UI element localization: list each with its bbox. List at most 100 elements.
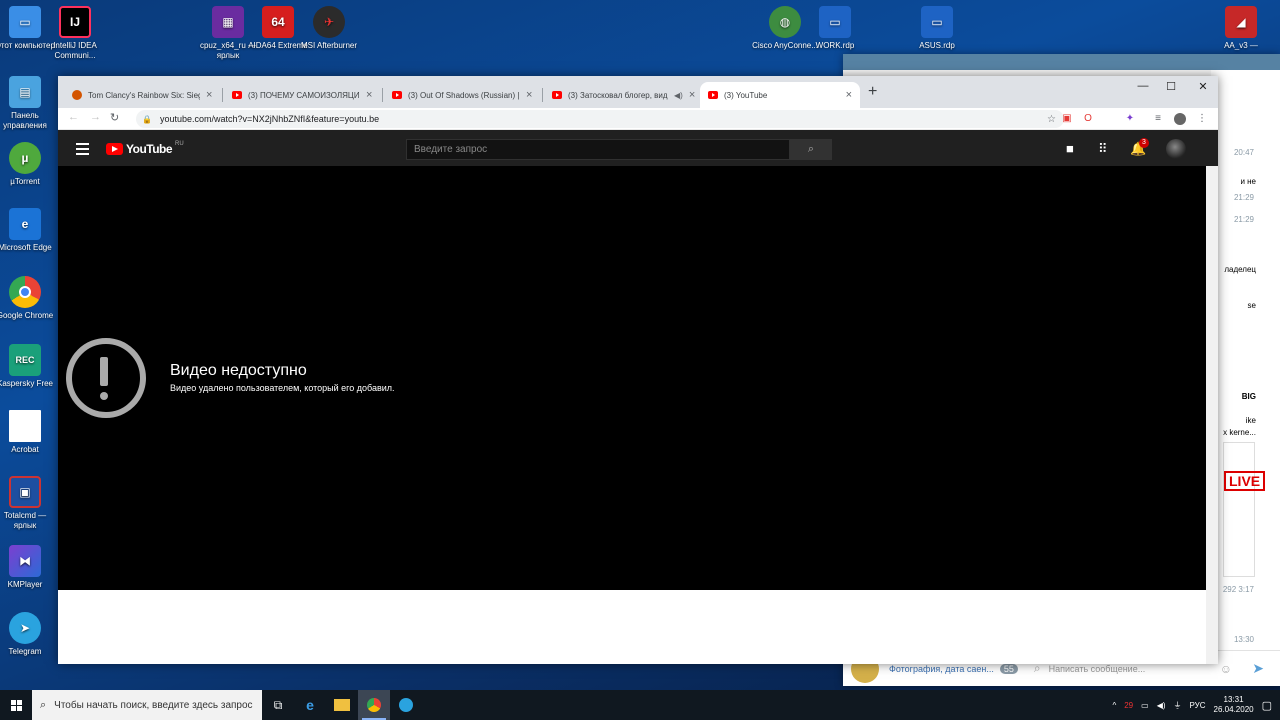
chrome-menu-icon[interactable]: ⋮: [1196, 113, 1208, 125]
address-bar[interactable]: 🔒 youtube.com/watch?v=NX2jNhbZNfI&featur…: [136, 110, 1064, 128]
desktop-icon-utorrent[interactable]: µ µTorrent: [0, 142, 58, 187]
desktop-icon-label: KMPlayer: [7, 580, 43, 589]
rdp-icon: ▭: [921, 6, 953, 38]
desktop-icon-chrome[interactable]: Google Chrome: [0, 276, 58, 321]
desktop-icon-label: Acrobat: [11, 445, 39, 454]
volume-icon[interactable]: ◀): [1157, 701, 1166, 710]
steam-favicon-icon: [72, 90, 82, 100]
chevron-up-icon[interactable]: ^: [1112, 701, 1116, 710]
network-icon[interactable]: ▭: [1141, 701, 1149, 710]
desktop-icon-edge[interactable]: e Microsoft Edge: [0, 208, 58, 253]
tab-youtube-active[interactable]: (3) YouTube ×: [700, 82, 860, 108]
clock[interactable]: 13:31 26.04.2020: [1214, 695, 1254, 715]
new-tab-plus-icon[interactable]: +: [868, 83, 877, 101]
desktop-icon-label: µTorrent: [10, 177, 40, 186]
logo-text: YouTube: [126, 142, 173, 156]
desktop-icon-totalcmd[interactable]: ▣ Totalcmd — ярлык: [0, 476, 58, 531]
chrome-icon: [367, 698, 381, 712]
desktop-icon-kaspersky[interactable]: REC Kaspersky Free: [0, 344, 58, 389]
forward-arrow-icon[interactable]: →: [90, 111, 101, 123]
taskbar-telegram[interactable]: [390, 690, 422, 720]
desktop-icon-acrobat[interactable]: Acrobat: [0, 410, 58, 455]
error-subtitle: Видео удалено пользователем, который его…: [170, 383, 395, 393]
send-icon[interactable]: ➤: [1252, 660, 1264, 677]
tab-separator: [382, 88, 383, 102]
desktop-icon-control-panel[interactable]: ▤ Панель управления: [0, 76, 58, 131]
start-button[interactable]: [0, 690, 32, 720]
live-badge: LIVE: [1224, 471, 1266, 491]
url-text: youtube.com/watch?v=NX2jNhbZNfI&feature=…: [159, 114, 380, 124]
message-text: BIG: [1241, 392, 1256, 401]
message-time: 21:29: [1233, 193, 1254, 202]
apps-grid-icon[interactable]: ⠿: [1098, 141, 1108, 157]
desktop-icon-label: Kaspersky Free: [0, 379, 54, 388]
desktop-icon-label: Microsoft Edge: [0, 243, 52, 252]
profile-avatar-icon[interactable]: [1174, 113, 1186, 125]
minimize-icon[interactable]: —: [1128, 76, 1158, 96]
tab-separator: [222, 88, 223, 102]
extension-record-icon[interactable]: ▣: [1061, 113, 1073, 125]
bookmark-star-icon[interactable]: ☆: [1047, 114, 1056, 125]
tab-title: (3) Out Of Shadows (Russian) | И: [408, 90, 520, 100]
reload-icon[interactable]: ↻: [110, 111, 119, 124]
maximize-icon[interactable]: ☐: [1156, 76, 1186, 96]
message-time: 13:30: [1233, 635, 1254, 644]
taskbar-edge[interactable]: e: [294, 690, 326, 720]
exclamation-circle-icon: [66, 338, 146, 418]
taskbar-chrome[interactable]: [358, 690, 390, 720]
create-video-icon[interactable]: ■: [1066, 141, 1074, 156]
chat-preview[interactable]: Фотография, дата саен...: [889, 664, 994, 674]
task-view-button[interactable]: ⧉: [262, 690, 294, 720]
tab-rainbow-six[interactable]: Tom Clancy's Rainbow Six: Siege ×: [64, 82, 220, 108]
system-tray: ^ 29 ▭ ◀) ⏚ РУС 13:31 26.04.2020 ▢: [1112, 690, 1280, 720]
window-close-icon[interactable]: ✕: [1188, 76, 1218, 96]
hamburger-menu-icon[interactable]: [76, 143, 89, 158]
taskbar-explorer[interactable]: [326, 690, 358, 720]
temperature-tray-icon[interactable]: 29: [1124, 701, 1133, 710]
control-panel-icon: ▤: [9, 76, 41, 108]
tab-samoizolyatsii[interactable]: (3) ПОЧЕМУ САМОИЗОЛЯЦИИ ×: [224, 82, 380, 108]
message-time: 20:47: [1233, 148, 1254, 157]
tab-out-of-shadows[interactable]: (3) Out Of Shadows (Russian) | И ×: [384, 82, 540, 108]
youtube-favicon-icon: [552, 91, 562, 99]
speaker-icon[interactable]: ◀): [674, 91, 683, 100]
media-queue-icon[interactable]: ≡: [1152, 113, 1164, 125]
youtube-search-button[interactable]: ⌕: [790, 139, 832, 160]
page-scrollbar[interactable]: [1206, 166, 1218, 664]
avatar[interactable]: [1166, 139, 1186, 159]
youtube-favicon-icon: [708, 91, 718, 99]
desktop-icon-asus-rdp[interactable]: ▭ ASUS.rdp: [904, 6, 970, 51]
tab-zatoskoval-bloger[interactable]: (3) Затосковал блогер, вид ◀) ×: [544, 82, 703, 108]
youtube-header: YouTube RU Введите запрос ⌕ ■ ⠿ 🔔 3: [58, 130, 1218, 168]
desktop-icon-intellij[interactable]: IJ IntelliJ IDEA Communi...: [42, 6, 108, 61]
youtube-search-input[interactable]: Введите запрос: [406, 139, 790, 160]
emoji-icon[interactable]: ☺: [1220, 662, 1232, 676]
notification-center-icon[interactable]: ▢: [1262, 699, 1272, 712]
tab-close-icon[interactable]: ×: [846, 89, 852, 101]
opera-extension-icon[interactable]: O: [1082, 113, 1094, 125]
tab-close-icon[interactable]: ×: [206, 89, 212, 101]
extension-icon[interactable]: ✦: [1124, 113, 1136, 125]
message-image[interactable]: LIVE: [1223, 442, 1266, 577]
chrome-window[interactable]: Tom Clancy's Rainbow Six: Siege × (3) ПО…: [58, 76, 1218, 664]
desktop-icon-telegram[interactable]: ➤ Telegram: [0, 612, 58, 657]
desktop-icon-work-rdp[interactable]: ▭ WORK.rdp: [802, 6, 868, 51]
tab-close-icon[interactable]: ×: [366, 89, 372, 101]
desktop-icon-kmplayer[interactable]: ⧓ KMPlayer: [0, 545, 58, 590]
language-indicator[interactable]: РУС: [1190, 701, 1206, 710]
message-input[interactable]: Написать сообщение...: [1049, 664, 1146, 674]
youtube-favicon-icon: [232, 91, 242, 99]
video-player[interactable]: Видео недоступно Видео удалено пользоват…: [58, 166, 1206, 590]
back-arrow-icon[interactable]: ←: [68, 111, 79, 123]
tab-title: (3) YouTube: [724, 90, 768, 100]
tab-close-icon[interactable]: ×: [526, 89, 532, 101]
desktop-icon-label: IntelliJ IDEA Communi...: [53, 41, 97, 60]
usb-icon[interactable]: ⏚: [1174, 700, 1182, 711]
message-text: x kerne...: [1223, 428, 1256, 437]
desktop-icon-aa-v3[interactable]: ◢ AA_v3 —: [1208, 6, 1274, 51]
taskbar: ⌕ Чтобы начать поиск, введите здесь запр…: [0, 690, 1280, 720]
youtube-logo[interactable]: YouTube RU: [106, 141, 184, 156]
tab-close-icon[interactable]: ×: [689, 89, 695, 101]
desktop-icon-msi-afterburner[interactable]: ✈ MSI Afterburner: [296, 6, 362, 51]
taskbar-search-input[interactable]: ⌕ Чтобы начать поиск, введите здесь запр…: [32, 690, 262, 720]
